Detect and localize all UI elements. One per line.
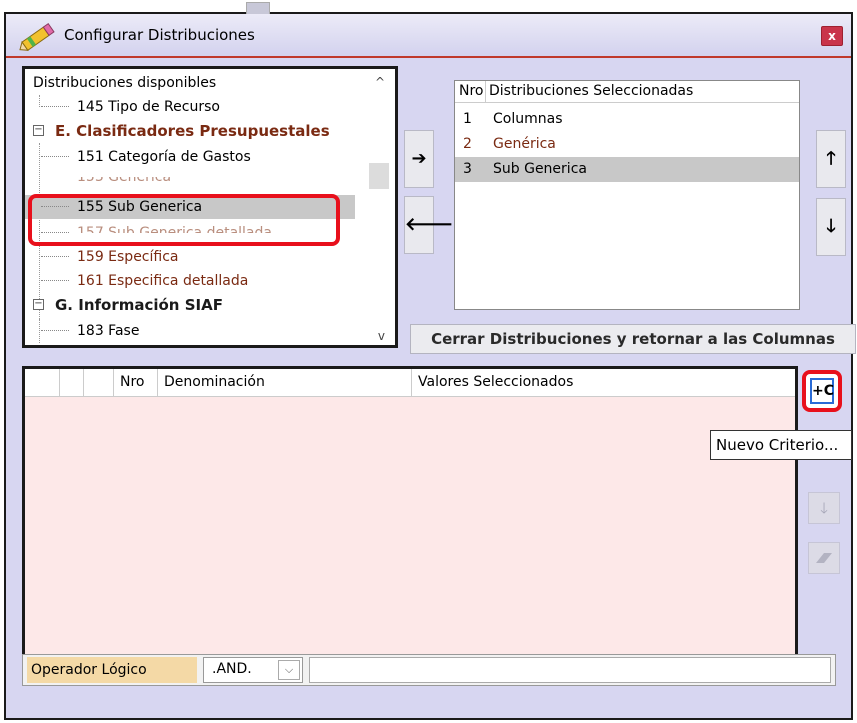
collapse-icon[interactable]: − — [33, 125, 44, 136]
move-down-button[interactable]: 🡓 — [816, 198, 846, 256]
tree-item[interactable]: 145 Tipo de Recurso — [25, 95, 365, 119]
table-row[interactable]: 1 Columnas — [455, 107, 799, 132]
scroll-down-arrow[interactable]: v — [378, 329, 385, 343]
move-down-criterion-button[interactable]: 🡓 — [808, 492, 840, 524]
move-up-button[interactable]: 🡑 — [816, 130, 846, 188]
col-valores-header: Valores Seleccionados — [411, 369, 795, 397]
close-distributions-button[interactable]: Cerrar Distribuciones y retornar a las C… — [410, 324, 856, 354]
operator-label: Operador Lógico — [27, 657, 197, 683]
table-row-selected[interactable]: 3 Sub Generica — [455, 157, 799, 182]
selected-distributions-table[interactable]: Nro Distribuciones Seleccionadas 1 Colum… — [454, 80, 800, 310]
highlight-annotation — [28, 194, 340, 246]
available-list-header: Distribuciones disponibles — [33, 75, 217, 91]
col-nro-header: Nro — [459, 83, 484, 99]
col-denominacion-header: Denominación — [157, 369, 411, 397]
col-nro-header: Nro — [113, 369, 157, 397]
scrollbar-thumb[interactable] — [369, 163, 389, 189]
configure-distributions-window: Configurar Distribuciones x Distribucion… — [4, 2, 856, 720]
operator-value: .AND. — [212, 661, 252, 677]
tree-group-clasificadores[interactable]: − E. Clasificadores Presupuestales — [25, 119, 365, 143]
pencil-icon — [19, 23, 55, 51]
delete-criterion-button[interactable] — [808, 542, 840, 574]
criteria-grid-header: Nro Denominación Valores Seleccionados — [25, 369, 795, 397]
background-tab-stub — [246, 2, 270, 14]
collapse-icon[interactable]: − — [33, 299, 44, 310]
window-title: Configurar Distribuciones — [64, 26, 255, 44]
tree-item[interactable]: 159 Específica — [25, 245, 365, 269]
remove-distribution-button[interactable]: 🡐 — [404, 196, 453, 254]
tree-group-siaf[interactable]: − G. Información SIAF — [25, 293, 365, 317]
operator-select[interactable]: .AND. ⌵ — [203, 657, 303, 683]
chevron-down-icon[interactable]: ⌵ — [278, 660, 300, 680]
tree-item[interactable]: 183 Fase — [25, 319, 365, 343]
scroll-up-arrow[interactable]: ^ — [375, 75, 385, 89]
new-criterion-highlight: +C — [802, 370, 842, 412]
eraser-icon — [816, 553, 832, 563]
tree-item[interactable]: 161 Especifica detallada — [25, 269, 365, 293]
new-criterion-button[interactable]: +C — [810, 378, 834, 404]
logic-operator-bar: Operador Lógico .AND. ⌵ — [22, 654, 836, 686]
close-button[interactable]: x — [821, 26, 843, 46]
tree-item[interactable]: 151 Categoría de Gastos — [25, 145, 365, 169]
table-row[interactable]: 2 Genérica — [455, 132, 799, 157]
selected-table-header: Nro Distribuciones Seleccionadas — [455, 81, 799, 103]
col-distribuciones-header: Distribuciones Seleccionadas — [489, 83, 694, 99]
add-distribution-button[interactable]: ➔ — [404, 130, 434, 188]
criteria-grid[interactable]: Nro Denominación Valores Seleccionados — [22, 366, 798, 662]
operator-extra-field[interactable] — [309, 657, 831, 683]
title-bar: Configurar Distribuciones x — [6, 14, 851, 58]
new-criterion-tooltip: Nuevo Criterio... — [710, 430, 852, 460]
